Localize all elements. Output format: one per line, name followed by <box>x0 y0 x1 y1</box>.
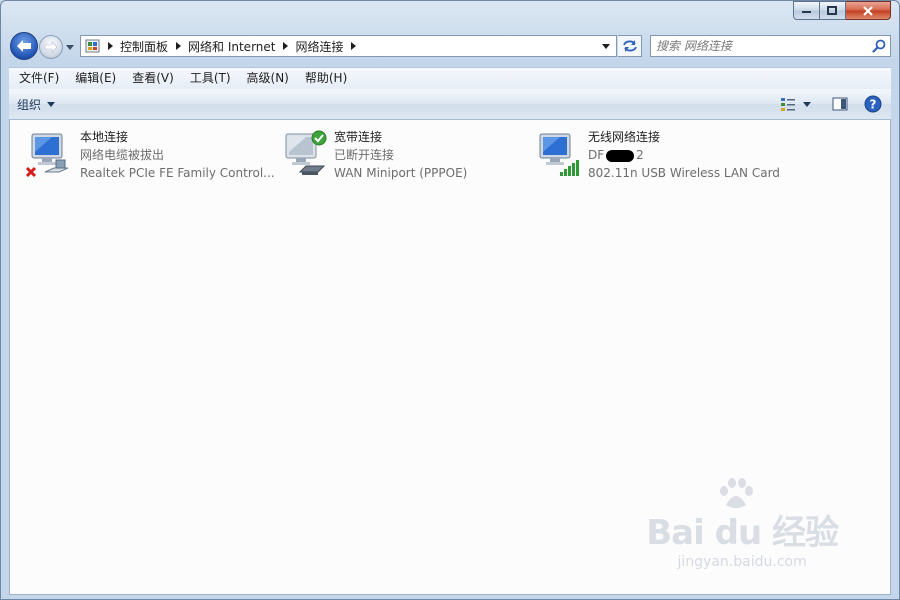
breadcrumb-arrow-icon[interactable] <box>171 42 185 50</box>
connection-device: 802.11n USB Wireless LAN Card <box>588 166 780 180</box>
breadcrumb-item-network-connections[interactable]: 网络连接 <box>292 38 346 55</box>
wireless-adapter-icon <box>539 133 579 176</box>
close-icon <box>863 5 873 16</box>
connection-name: 宽带连接 <box>334 130 383 144</box>
address-history-dropdown[interactable] <box>598 36 614 56</box>
search-input[interactable] <box>656 37 866 55</box>
broadband-connection-icon <box>285 130 327 175</box>
network-name-prefix: DF <box>588 148 605 162</box>
baidu-watermark: Bai du 经验 jingyan.baidu.com <box>646 478 839 570</box>
connection-status: 网络电缆被拔出 <box>80 148 165 162</box>
maximize-icon <box>827 6 837 15</box>
help-icon: ? <box>864 95 882 113</box>
connection-status: 已断开连接 <box>334 148 395 162</box>
forward-button[interactable] <box>39 35 63 59</box>
refresh-icon <box>622 40 637 52</box>
connection-name: 无线网络连接 <box>588 130 661 144</box>
breadcrumb-arrow-icon[interactable] <box>347 42 361 50</box>
search-icon[interactable] <box>872 39 886 53</box>
watermark-main-text: Bai du 经验 <box>646 513 839 553</box>
minimize-icon <box>801 10 811 13</box>
svg-text:?: ? <box>870 98 877 112</box>
organize-label: 组织 <box>17 97 42 112</box>
menu-help[interactable]: 帮助(H) <box>297 68 355 89</box>
organize-button[interactable]: 组织 <box>17 89 56 119</box>
breadcrumb-item-control-panel[interactable]: 控制面板 <box>117 38 171 55</box>
menu-tools[interactable]: 工具(T) <box>182 68 239 89</box>
menu-file[interactable]: 文件(F) <box>11 68 67 89</box>
address-bar[interactable]: 控制面板 网络和 Internet 网络连接 <box>80 35 617 57</box>
network-name-suffix: 2 <box>636 148 644 162</box>
breadcrumb: 控制面板 网络和 Internet 网络连接 <box>103 36 361 56</box>
caption-buttons <box>793 1 891 21</box>
control-panel-icon <box>83 37 103 55</box>
refresh-button[interactable] <box>618 35 642 57</box>
view-options-dropdown[interactable] <box>799 93 815 115</box>
menu-edit[interactable]: 编辑(E) <box>67 68 124 89</box>
paw-icon <box>720 478 754 508</box>
preview-pane-button[interactable] <box>825 93 855 115</box>
network-adapter-icon <box>26 133 69 178</box>
menu-advanced[interactable]: 高级(N) <box>239 68 297 89</box>
connection-item-wireless[interactable]: 无线网络连接 DF 2 802.11n USB Wireless LAN Card <box>526 120 796 192</box>
chevron-down-icon <box>803 101 811 107</box>
view-options-icon <box>781 98 795 111</box>
watermark-url: jingyan.baidu.com <box>677 554 807 570</box>
recent-pages-dropdown[interactable] <box>65 41 75 53</box>
minimize-button[interactable] <box>793 1 820 20</box>
change-view-button[interactable] <box>777 93 799 115</box>
back-button[interactable] <box>10 32 38 60</box>
arrow-right-icon <box>44 41 58 53</box>
command-bar: 组织 ? <box>9 89 891 120</box>
connection-text: 无线网络连接 DF 2 802.11n USB Wireless LAN Card <box>588 128 780 182</box>
preview-pane-icon <box>832 97 848 111</box>
breadcrumb-item-network-internet[interactable]: 网络和 Internet <box>185 38 278 55</box>
navigation-row: 控制面板 网络和 Internet 网络连接 <box>1 32 899 62</box>
close-button[interactable] <box>846 1 891 20</box>
connection-text: 本地连接 网络电缆被拔出 Realtek PCIe FE Family Cont… <box>80 128 275 182</box>
connection-device: Realtek PCIe FE Family Control... <box>80 166 275 180</box>
connection-text: 宽带连接 已断开连接 WAN Miniport (PPPOE) <box>334 128 467 182</box>
connection-status: DF 2 <box>588 146 780 164</box>
connection-device: WAN Miniport (PPPOE) <box>334 166 468 180</box>
breadcrumb-arrow-icon[interactable] <box>278 42 292 50</box>
redaction-mark <box>606 149 635 162</box>
connections-list: 本地连接 网络电缆被拔出 Realtek PCIe FE Family Cont… <box>9 120 891 595</box>
chevron-down-icon <box>602 43 610 49</box>
chevron-down-icon <box>47 101 56 107</box>
breadcrumb-arrow-icon[interactable] <box>103 42 117 50</box>
menu-bar: 文件(F) 编辑(E) 查看(V) 工具(T) 高级(N) 帮助(H) <box>9 67 891 89</box>
explorer-window: 控制面板 网络和 Internet 网络连接 搜索 网络连接 文件(F) 编辑(… <box>0 0 900 600</box>
command-bar-right: ? <box>777 93 885 115</box>
arrow-left-icon <box>17 40 31 52</box>
search-box <box>650 35 891 57</box>
connection-name: 本地连接 <box>80 130 129 144</box>
chevron-down-icon <box>66 44 74 50</box>
help-button[interactable]: ? <box>861 93 885 115</box>
menu-view[interactable]: 查看(V) <box>124 68 182 89</box>
maximize-button[interactable] <box>820 1 846 20</box>
connection-item-local[interactable]: 本地连接 网络电缆被拔出 Realtek PCIe FE Family Cont… <box>18 120 278 192</box>
connection-item-broadband[interactable]: 宽带连接 已断开连接 WAN Miniport (PPPOE) <box>272 120 522 192</box>
